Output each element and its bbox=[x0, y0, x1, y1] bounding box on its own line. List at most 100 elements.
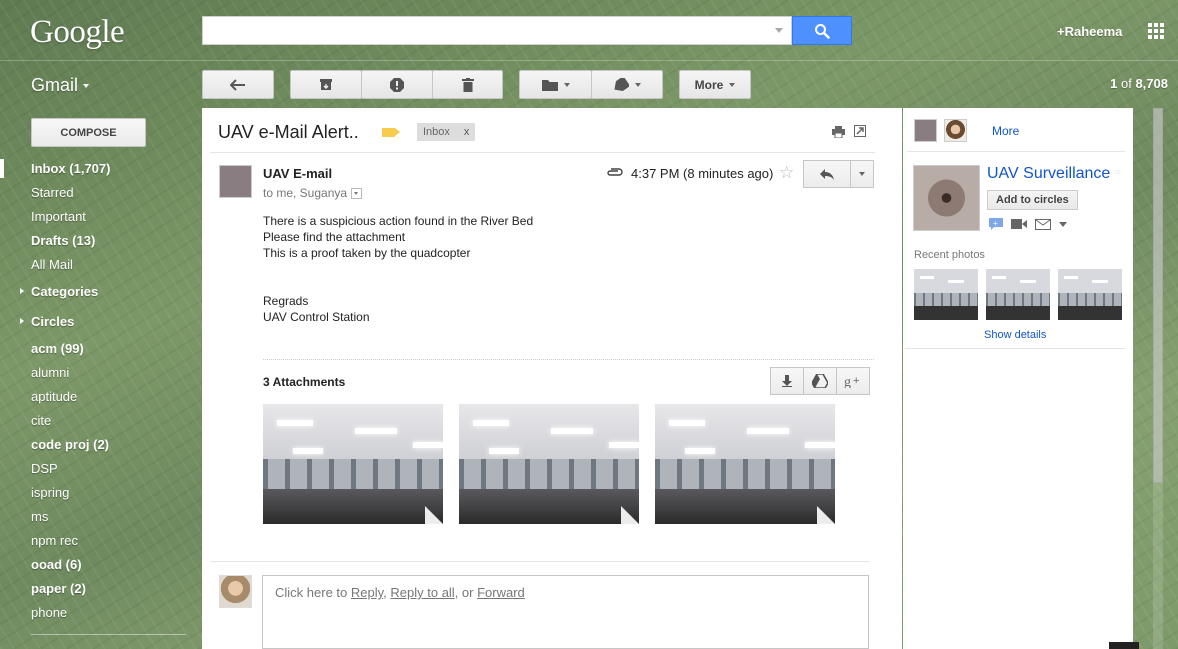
new-window-icon[interactable] bbox=[854, 125, 866, 137]
print-icon[interactable] bbox=[832, 126, 845, 138]
sidebar-label-npm-rec[interactable]: npm rec bbox=[0, 530, 200, 554]
more-participants-link[interactable]: More bbox=[992, 124, 1019, 138]
sidebar-item-categories[interactable]: Categories bbox=[0, 278, 200, 308]
google-drive-icon bbox=[812, 374, 828, 388]
page-total: 8,708 bbox=[1135, 76, 1168, 91]
search-input[interactable] bbox=[202, 16, 792, 45]
sidebar-item-all-mail[interactable]: All Mail bbox=[0, 254, 200, 278]
recent-photo[interactable] bbox=[1058, 269, 1122, 320]
subject-divider bbox=[210, 152, 875, 153]
sidebar-label-ms[interactable]: ms bbox=[0, 506, 200, 530]
reply-button[interactable] bbox=[803, 160, 851, 188]
show-details-dropdown-icon[interactable] bbox=[351, 188, 363, 200]
report-spam-button[interactable] bbox=[361, 70, 433, 99]
share-google-plus-button[interactable]: g + bbox=[836, 367, 870, 395]
recent-photos-label: Recent photos bbox=[914, 249, 985, 261]
labels-button[interactable] bbox=[591, 70, 663, 99]
google-plus-icon: g + bbox=[844, 375, 859, 388]
search-options-caret-icon[interactable] bbox=[775, 28, 783, 33]
recipients-text: to me, Suganya bbox=[263, 186, 348, 200]
more-actions-button[interactable]: More bbox=[679, 70, 751, 99]
download-all-button[interactable] bbox=[770, 367, 804, 395]
save-to-drive-button[interactable] bbox=[803, 367, 837, 395]
sidebar-label-acm[interactable]: acm (99) bbox=[0, 338, 200, 362]
reply-all-link[interactable]: Reply to all bbox=[390, 585, 454, 600]
google-logo[interactable]: Google bbox=[30, 14, 125, 51]
more-actions-label: More bbox=[694, 77, 724, 92]
move-to-button[interactable] bbox=[519, 70, 592, 99]
sidebar-divider bbox=[31, 634, 186, 635]
scrollbar-thumb[interactable] bbox=[1153, 108, 1163, 483]
attachment-thumbnail[interactable] bbox=[655, 404, 835, 524]
sidebar-label-code-proj[interactable]: code proj (2) bbox=[0, 434, 200, 458]
attachment-thumbnail[interactable] bbox=[263, 404, 443, 524]
contact-actions: + bbox=[989, 218, 1067, 230]
sender-name[interactable]: UAV E-mail bbox=[263, 166, 332, 181]
sidebar-item-starred[interactable]: Starred bbox=[0, 182, 200, 206]
paperclip-icon bbox=[607, 168, 623, 176]
reply-separator: , or bbox=[454, 585, 478, 600]
delete-button[interactable] bbox=[432, 70, 503, 99]
sidebar-label-dsp[interactable]: DSP bbox=[0, 458, 200, 482]
sidebar-label-aptitude[interactable]: aptitude bbox=[0, 386, 200, 410]
archive-button[interactable] bbox=[290, 70, 362, 99]
people-divider bbox=[907, 151, 1125, 152]
conversation-panel: UAV e-Mail Alert.. Inbox x UAV E-mail to … bbox=[202, 108, 902, 649]
star-icon[interactable]: ☆ bbox=[779, 163, 794, 183]
recent-photo[interactable] bbox=[914, 269, 978, 320]
contact-photo[interactable] bbox=[913, 165, 980, 231]
reply-prompt-prefix: Click here to bbox=[275, 585, 351, 600]
email-subject: UAV e-Mail Alert.. bbox=[218, 122, 359, 142]
email-icon[interactable] bbox=[1035, 218, 1051, 230]
recipients-line: to me, Suganya bbox=[263, 186, 363, 200]
sidebar-label-paper[interactable]: paper (2) bbox=[0, 578, 200, 602]
gmail-menu[interactable]: Gmail bbox=[31, 75, 90, 96]
sidebar-item-circles[interactable]: Circles bbox=[0, 308, 200, 338]
show-details-link[interactable]: Show details bbox=[984, 329, 1046, 341]
people-widget: More UAV Surveillance Add to circles + R… bbox=[903, 108, 1133, 649]
svg-text:+: + bbox=[993, 219, 998, 228]
expand-arrow-icon[interactable] bbox=[20, 288, 24, 294]
body-line bbox=[263, 261, 533, 293]
chevron-down-icon[interactable] bbox=[1059, 221, 1067, 227]
add-to-circles-button[interactable]: Add to circles bbox=[987, 190, 1078, 210]
video-call-icon[interactable] bbox=[1011, 219, 1027, 229]
importance-marker-icon[interactable] bbox=[382, 128, 400, 137]
back-button[interactable] bbox=[202, 70, 274, 99]
user-profile-link[interactable]: +Raheema bbox=[1057, 24, 1122, 39]
sidebar-label-ispring[interactable]: ispring bbox=[0, 482, 200, 506]
sidebar-item-inbox[interactable]: Inbox (1,707) bbox=[0, 158, 200, 182]
remove-label-icon[interactable]: x bbox=[464, 126, 470, 138]
attachments-divider bbox=[263, 359, 874, 360]
search-icon bbox=[815, 23, 830, 39]
more-reply-options-button[interactable] bbox=[850, 160, 874, 188]
sidebar-item-drafts[interactable]: Drafts (13) bbox=[0, 230, 200, 254]
sidebar-label-alumni[interactable]: alumni bbox=[0, 362, 200, 386]
chat-icon[interactable]: + bbox=[989, 218, 1003, 230]
attachment-thumbnail[interactable] bbox=[459, 404, 639, 524]
sender-avatar[interactable] bbox=[219, 165, 252, 198]
details-divider bbox=[905, 348, 1125, 349]
sidebar-label-phone[interactable]: phone bbox=[0, 602, 200, 626]
recent-photo[interactable] bbox=[986, 269, 1050, 320]
participant-avatar[interactable] bbox=[944, 119, 967, 142]
expand-arrow-icon[interactable] bbox=[20, 318, 24, 324]
attachment-actions: g + bbox=[770, 367, 870, 395]
sidebar-label-cite[interactable]: cite bbox=[0, 410, 200, 434]
reply-link[interactable]: Reply bbox=[351, 585, 383, 600]
apps-grid-icon[interactable] bbox=[1148, 23, 1164, 39]
sidebar-item-important[interactable]: Important bbox=[0, 206, 200, 230]
quick-reply-box[interactable]: Click here to Reply, Reply to all, or Fo… bbox=[262, 575, 869, 649]
label-chip-text: Inbox bbox=[423, 126, 450, 138]
archive-icon bbox=[320, 79, 332, 90]
page-of: of bbox=[1120, 76, 1132, 91]
sidebar-label-ooad[interactable]: ooad (6) bbox=[0, 554, 200, 578]
forward-link[interactable]: Forward bbox=[477, 585, 525, 600]
chat-corner-tab[interactable] bbox=[1109, 642, 1139, 649]
participant-avatar[interactable] bbox=[914, 119, 937, 142]
label-chip-inbox[interactable]: Inbox x bbox=[417, 123, 476, 141]
compose-button[interactable]: COMPOSE bbox=[31, 118, 146, 147]
gmail-label: Gmail bbox=[31, 75, 79, 95]
contact-name-link[interactable]: UAV Surveillance bbox=[987, 165, 1110, 183]
search-button[interactable] bbox=[792, 16, 852, 45]
